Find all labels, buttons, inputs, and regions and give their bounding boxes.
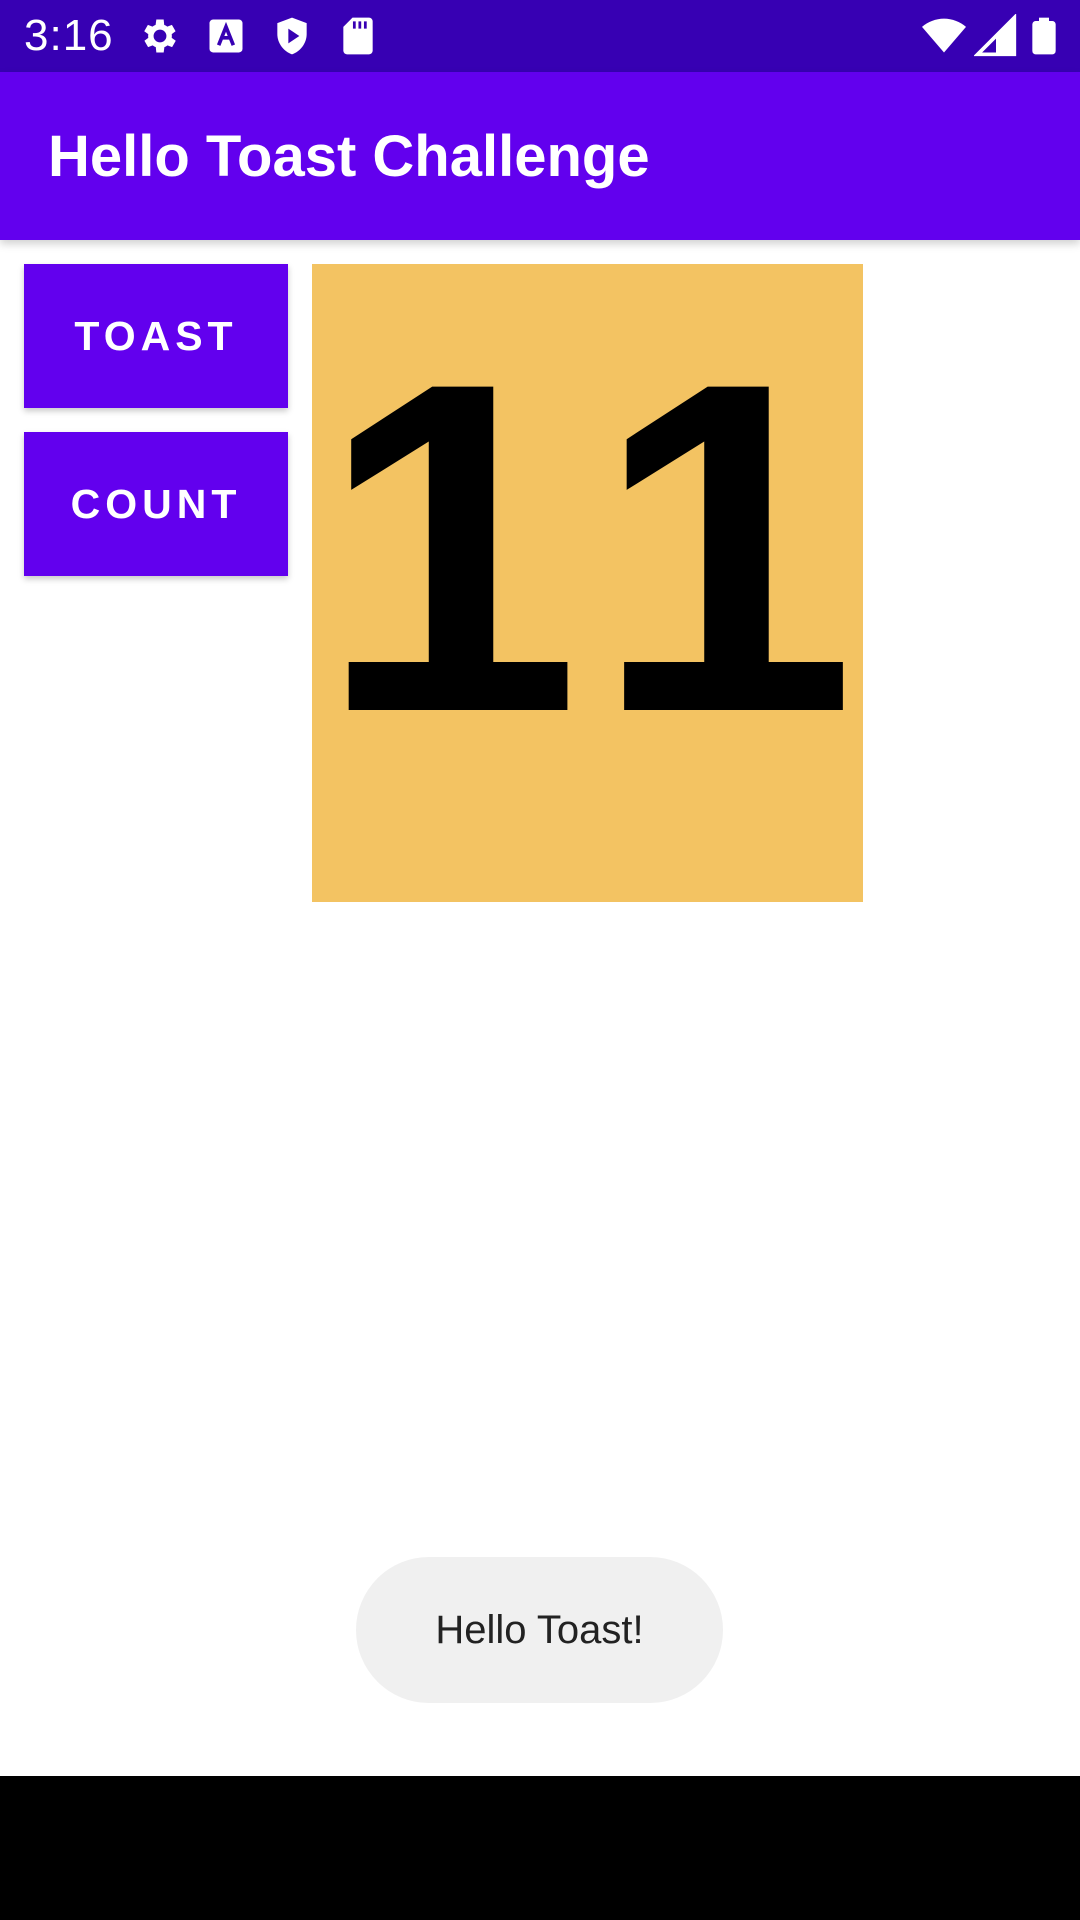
count-button[interactable]: COUNT — [24, 432, 288, 576]
battery-icon — [1024, 14, 1064, 58]
gear-icon — [138, 14, 182, 58]
status-bar: 3:16 — [0, 0, 1080, 72]
count-display: 11 — [312, 264, 863, 902]
toast-button[interactable]: TOAST — [24, 264, 288, 408]
signal-icon — [974, 14, 1018, 58]
shield-play-icon — [270, 14, 314, 58]
sd-card-icon — [336, 14, 380, 58]
toast-message: Hello Toast! — [356, 1557, 723, 1703]
app-bar: Hello Toast Challenge — [0, 72, 1080, 240]
status-time: 3:16 — [24, 11, 114, 60]
app-title: Hello Toast Challenge — [48, 124, 650, 189]
navigation-bar — [0, 1776, 1080, 1920]
count-value: 11 — [319, 285, 896, 810]
wifi-icon — [922, 14, 966, 58]
keyboard-a-icon — [204, 14, 248, 58]
